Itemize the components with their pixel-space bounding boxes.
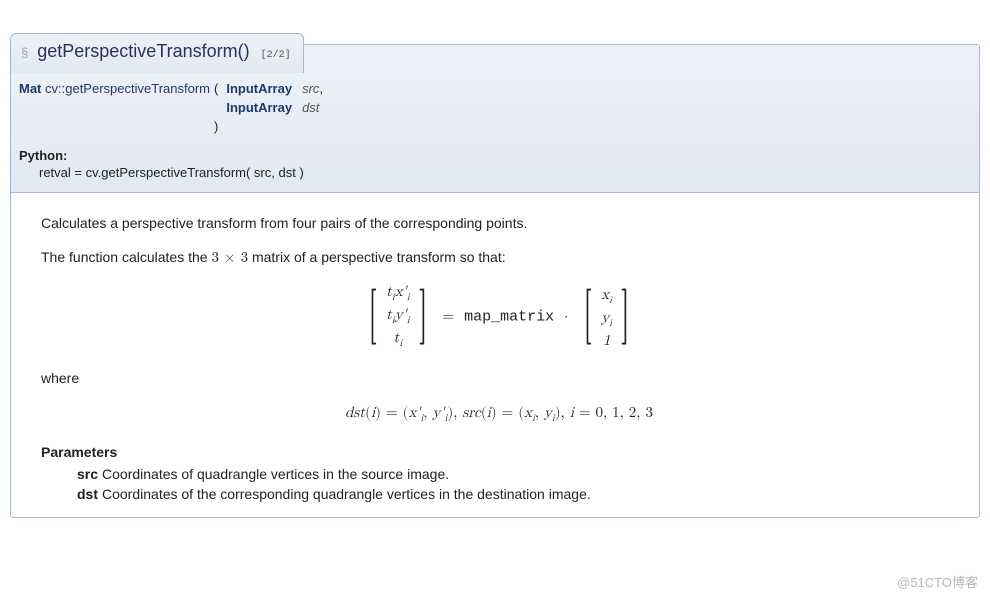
map-matrix-symbol: map_matrix bbox=[464, 309, 554, 326]
signature-row: ) bbox=[17, 117, 325, 136]
brief-desc: Calculates a perspective transform from … bbox=[41, 213, 957, 233]
left-vector: tix'i tiy'i ti bbox=[386, 283, 410, 352]
parameters-list: srcCoordinates of quadrangle vertices in… bbox=[77, 464, 957, 505]
where-label: where bbox=[41, 368, 957, 388]
param-row: srcCoordinates of quadrangle vertices in… bbox=[77, 464, 957, 484]
equation-1: [ tix'i tiy'i ti ] = map_matrix · [ xi y… bbox=[41, 283, 957, 352]
signature-row: InputArray dst bbox=[17, 98, 325, 117]
text: The function calculates the bbox=[41, 249, 211, 265]
param-name: src bbox=[77, 466, 98, 482]
member-item: § getPerspectiveTransform() [2/2] Mat cv… bbox=[10, 44, 980, 518]
param-name: dst bbox=[296, 100, 319, 115]
param-type[interactable]: InputArray bbox=[222, 100, 292, 115]
parameters-header: Parameters bbox=[41, 442, 957, 462]
right-bracket-icon: ] bbox=[621, 291, 628, 345]
param-type[interactable]: InputArray bbox=[222, 81, 292, 96]
member-doc: Calculates a perspective transform from … bbox=[11, 193, 979, 517]
detailed-desc: The function calculates the 3 × 3 matrix… bbox=[41, 247, 957, 269]
left-bracket-icon: [ bbox=[370, 291, 377, 345]
member-title: § getPerspectiveTransform() [2/2] bbox=[10, 33, 304, 73]
param-row: dstCoordinates of the corresponding quad… bbox=[77, 484, 957, 504]
qualified-name: cv::getPerspectiveTransform bbox=[45, 81, 210, 96]
trail: , bbox=[319, 81, 323, 96]
return-type[interactable]: Mat bbox=[19, 81, 41, 96]
function-name: getPerspectiveTransform() bbox=[37, 41, 249, 61]
permalink-icon[interactable]: § bbox=[21, 45, 28, 60]
right-vector: xi yi 1 bbox=[601, 286, 612, 350]
doc-page: § getPerspectiveTransform() [2/2] Mat cv… bbox=[0, 0, 990, 597]
python-header: Python: bbox=[11, 144, 979, 163]
matrix-size: 3 × 3 bbox=[211, 250, 248, 265]
text: matrix of a perspective transform so tha… bbox=[248, 249, 506, 265]
equation-2: dst(i) = (x'i, y'i), src(i) = (xi, yi), … bbox=[41, 402, 957, 426]
open-paren: ( bbox=[212, 79, 220, 98]
eq-dot: · bbox=[564, 309, 568, 324]
left-bracket-icon: [ bbox=[585, 291, 592, 345]
member-proto: § getPerspectiveTransform() [2/2] Mat cv… bbox=[11, 45, 979, 193]
python-signature: retval = cv.getPerspectiveTransform( src… bbox=[11, 163, 979, 192]
overload-indicator: [2/2] bbox=[261, 50, 291, 61]
right-bracket-icon: ] bbox=[418, 291, 425, 345]
cpp-signature: Mat cv::getPerspectiveTransform ( InputA… bbox=[17, 79, 325, 136]
param-desc: Coordinates of the corresponding quadran… bbox=[102, 486, 591, 502]
close-paren: ) bbox=[212, 117, 220, 136]
param-name: src bbox=[296, 81, 319, 96]
eq-equals: = bbox=[443, 309, 455, 324]
param-name: dst bbox=[77, 486, 98, 502]
signature-row: Mat cv::getPerspectiveTransform ( InputA… bbox=[17, 79, 325, 98]
param-desc: Coordinates of quadrangle vertices in th… bbox=[102, 466, 449, 482]
watermark: @51CTO博客 bbox=[897, 572, 978, 591]
